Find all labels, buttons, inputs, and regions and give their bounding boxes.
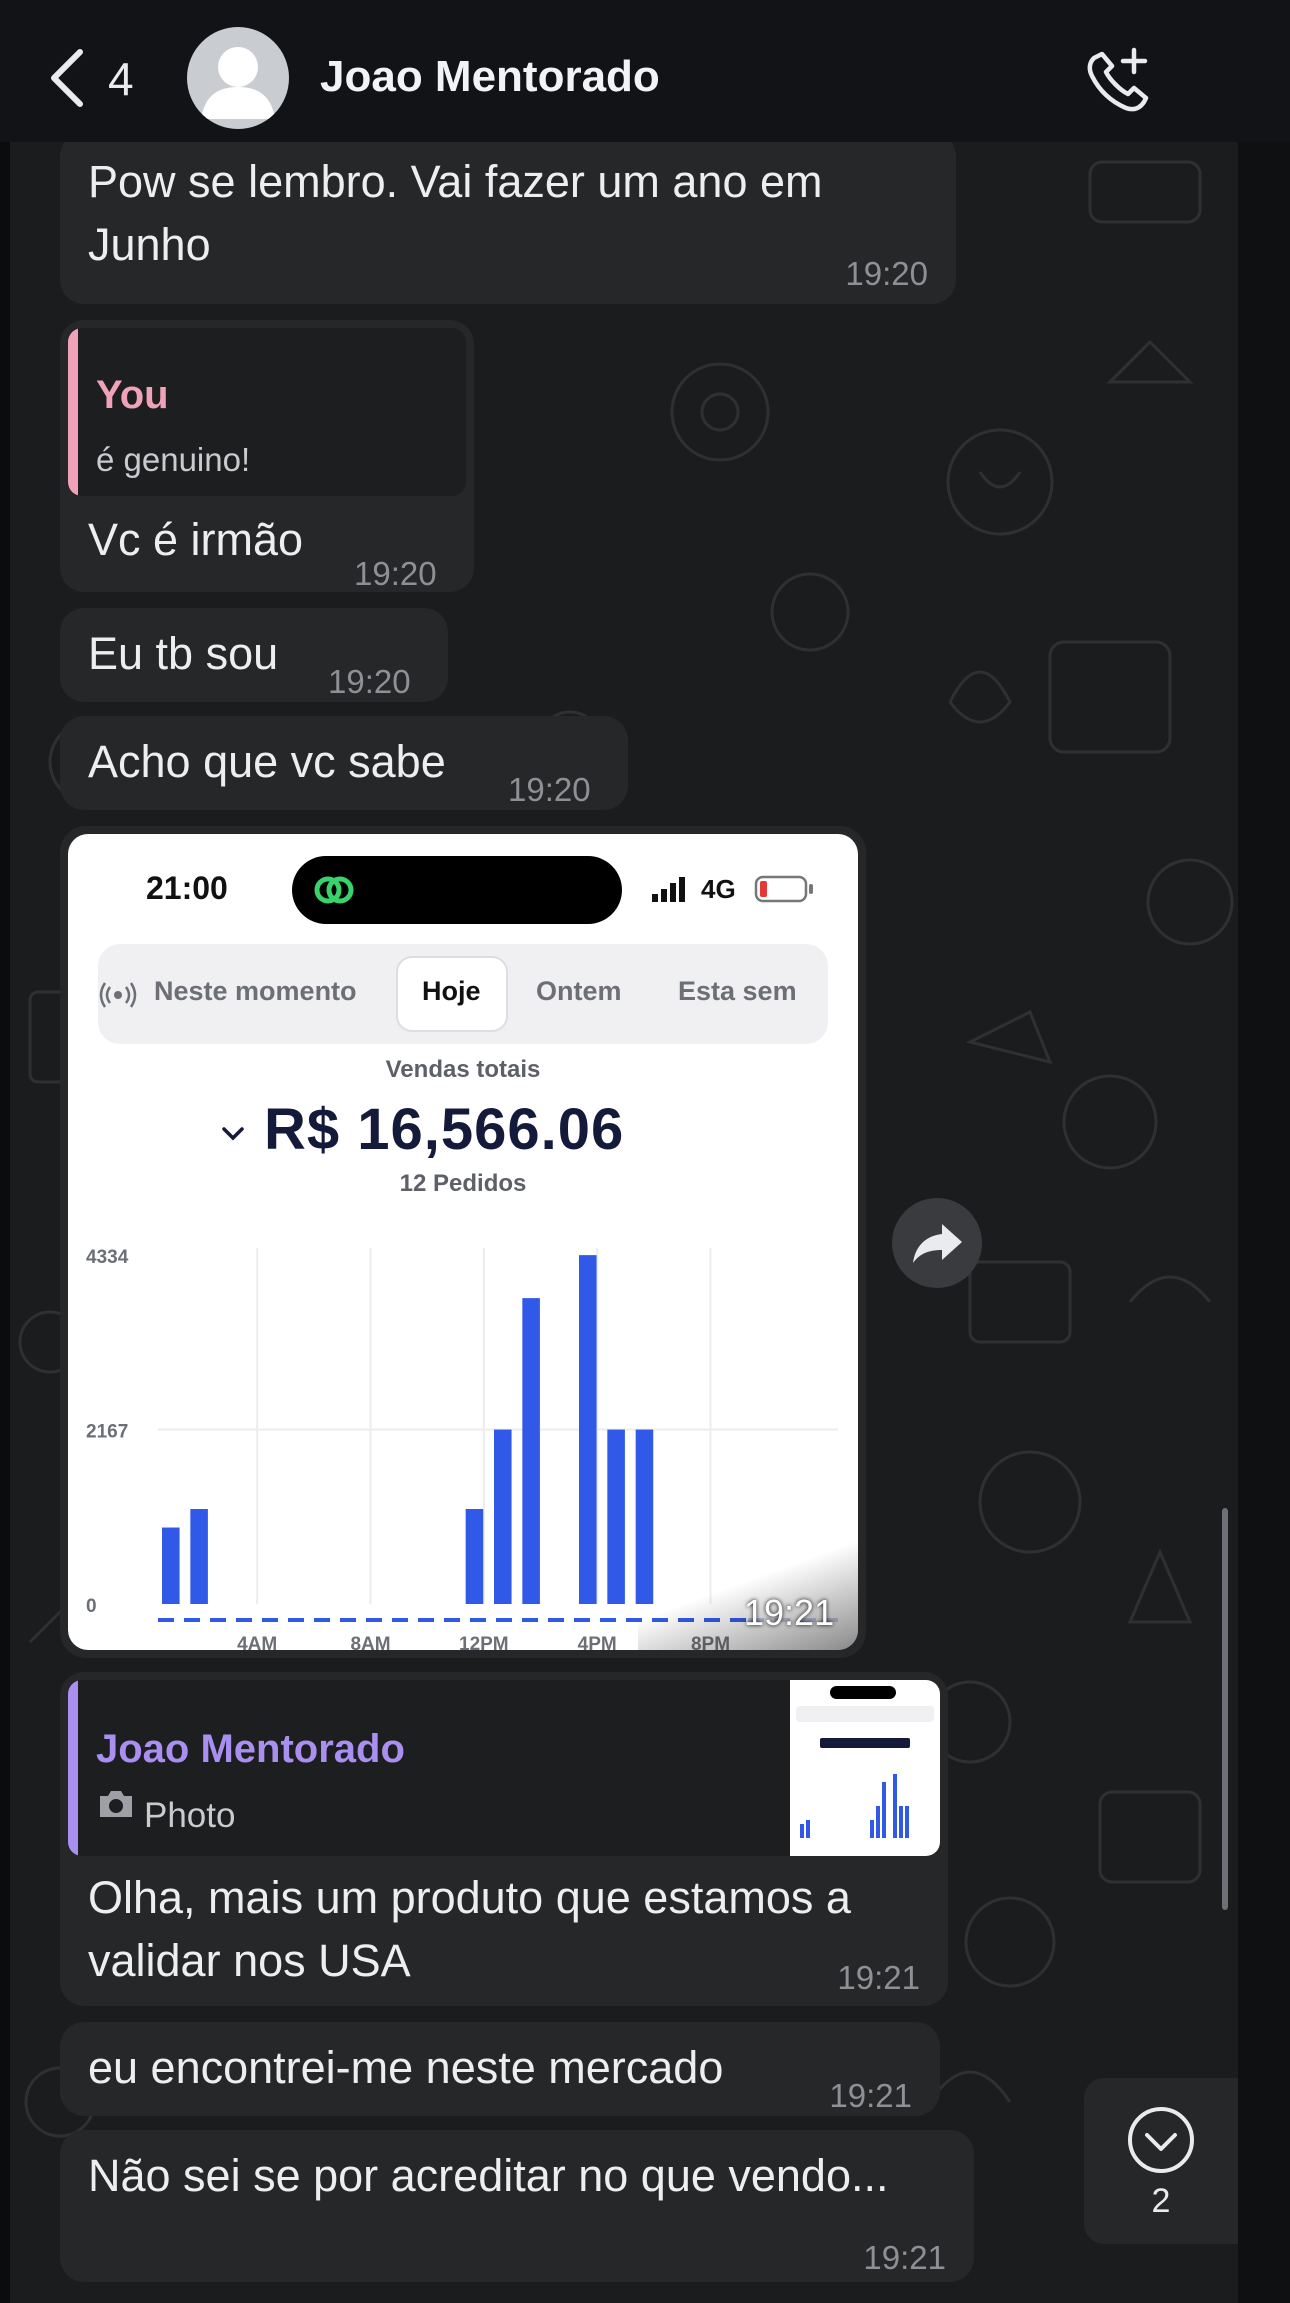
quote-text: é genuino! [96,441,251,478]
chat-background[interactable]: Pow se lembro. Vai fazer um ano em Junho… [10,142,1238,2303]
message-text: Eu tb sou [88,628,279,679]
chart-bar [190,1509,208,1604]
network-label: 4G [701,874,736,904]
signal-icon [652,877,685,902]
chart-bar [162,1527,180,1604]
shared-screenshot[interactable]: 21:00 4G Neste momento Hoje Ontem Esta s… [68,834,858,1650]
chart-bar [522,1298,540,1604]
chart-xtick-label: 12PM [459,1634,509,1650]
tab-hoje: Hoje [422,976,481,1006]
link-icon [314,876,354,904]
scrollbar[interactable] [1222,1508,1228,1910]
orders-count: 12 Pedidos [399,1170,527,1197]
message-bubble[interactable]: eu encontrei-me neste mercado 19:21 [60,2022,940,2116]
message-bubble[interactable]: Pow se lembro. Vai fazer um ano em Junho… [60,142,956,304]
message-time: 19:20 [328,663,411,700]
quoted-message[interactable]: You é genuino! [68,328,466,496]
thumb-tabs [796,1706,934,1722]
contact-name[interactable]: Joao Mentorado [320,52,660,102]
quote-text: Photo [144,1796,236,1835]
chart-bar [607,1429,625,1604]
thumb-island [830,1686,896,1699]
message-text: Não sei se por acreditar no que vendo... [88,2150,889,2201]
share-arrow-icon [913,1224,962,1263]
quote-author: Joao Mentorado [96,1727,405,1771]
quote-author: You [96,373,169,417]
chevron-down-circle-icon [1128,2107,1194,2173]
message-text: Vc é irmão [88,514,304,565]
back-unread-count[interactable]: 4 [108,52,134,106]
message-bubble[interactable]: Eu tb sou 19:20 [60,608,448,702]
chart-ytick-label: 2167 [86,1422,128,1443]
quote-thumbnail [790,1680,940,1856]
camera-icon [100,1791,132,1817]
call-add-icon[interactable] [1082,44,1156,114]
battery-icon [754,875,813,903]
quote-bar [68,328,78,496]
chart-xtick-label: 8AM [350,1634,390,1650]
avatar[interactable] [187,27,289,129]
chart-ytick-label: 0 [86,1596,97,1617]
photo-message[interactable]: 21:00 4G Neste momento Hoje Ontem Esta s… [60,826,866,1658]
chart-bar [465,1509,484,1604]
message-bubble[interactable]: Não sei se por acreditar no que vendo...… [60,2130,974,2282]
chart-xtick-label: 4AM [237,1634,277,1650]
message-text: Pow se lembro. Vai fazer um ano em Junho [88,156,823,270]
live-icon [99,982,137,1008]
message-bubble[interactable]: Acho que vc sabe 19:20 [60,716,628,810]
message-time: 19:20 [508,771,591,808]
forward-button[interactable] [892,1198,982,1288]
message-time: 19:21 [837,1959,920,1996]
message-text: Olha, mais um produto que estamos a vali… [88,1872,851,1986]
quote-bar [68,1680,78,1856]
scroll-down-button[interactable]: 2 [1084,2078,1238,2244]
thumb-chart [800,1774,909,1838]
chevron-left-icon[interactable] [42,46,90,110]
right-edge [1238,142,1290,2303]
chart-xtick-label: 4PM [578,1634,617,1650]
tab-ontem: Ontem [536,976,622,1006]
sales-title: Vendas totais [385,1056,541,1083]
tab-neste-momento: Neste momento [154,976,357,1006]
quoted-message[interactable]: Joao Mentorado Photo [68,1680,940,1856]
tab-esta-semana: Esta sem [678,976,797,1006]
chart-ytick-label: 4334 [86,1247,129,1268]
sales-total: R$ 16,566.06 [264,1097,625,1162]
message-time: 19:21 [829,2077,912,2114]
dynamic-island [292,856,622,924]
status-time: 21:00 [146,870,228,906]
message-bubble-reply[interactable]: Joao Mentorado Photo Olha, mais um produ… [60,1672,948,2006]
message-text: eu encontrei-me neste mercado [88,2042,724,2093]
chevron-down-icon [222,1127,244,1141]
chart-bar [579,1255,597,1604]
thumb-total [820,1738,910,1748]
period-tabs: Neste momento Hoje Ontem Esta sem [98,944,828,1044]
unread-badge: 2 [1151,2182,1171,2220]
avatar-icon [201,47,275,119]
message-bubble-reply[interactable]: You é genuino! Vc é irmão 19:20 [60,320,474,592]
chat-header: 4 Joao Mentorado [0,0,1290,142]
message-text: Acho que vc sabe [88,736,446,787]
message-time: 19:21 [863,2239,946,2276]
message-time: 19:20 [354,555,437,592]
photo-time: 19:21 [744,1592,835,1633]
chart-bar [494,1429,512,1604]
message-time: 19:20 [845,255,928,292]
